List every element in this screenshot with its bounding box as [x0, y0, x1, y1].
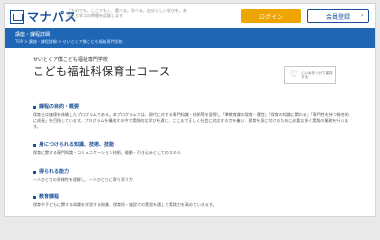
section-heading-text: 身につけられる知識、技術、技能: [39, 142, 115, 148]
bullet-icon: [33, 143, 36, 147]
bullet-icon: [33, 105, 36, 109]
section-body: 保育に関する専門知識・コミュニケーション技術、能動・引き込みとしてのスキル: [33, 150, 181, 155]
section-body: 一人ひとりの多様性を理解し、一人ひとりに寄り添う力: [33, 177, 133, 182]
section-heading: 得られる能力: [33, 169, 349, 175]
heart-icon: ♡: [290, 69, 299, 80]
favorite-label: いいねをつけて保存する: [301, 70, 333, 80]
section-skills: 身につけられる知識、技術、技能 保育に関する専門知識・コミュニケーション技術、能…: [33, 142, 349, 156]
page-band: 講座・課程詳細 TOP > 講座・課程詳細 > せいとくア僕こども福祉専門学校: [5, 28, 375, 48]
section-curriculum: 教育課程 保育や子どもに関する知識を学習する授業、保育所・施設での実習を通して実…: [33, 194, 349, 208]
page: マナパス 「たのでも、ここでも」、選べる。学べる。自分らしい学びを。あなたと学ぶ…: [0, 0, 380, 220]
section-heading-text: 得られる能力: [39, 169, 70, 175]
section-heading: 教育課程: [33, 194, 349, 200]
section-heading-text: 課程の目的・概要: [39, 104, 80, 110]
chevron-right-icon: ›: [361, 12, 364, 19]
bullet-icon: [33, 195, 36, 199]
section-abilities: 得られる能力 一人ひとりの多様性を理解し、一人ひとりに寄り添う力: [33, 169, 349, 183]
section-heading: 課程の目的・概要: [33, 104, 349, 110]
section-body: 保育士は価値を体験したプログラムである。本プログラムでは、現代に対する専門知識・…: [33, 112, 349, 129]
section-heading: 身につけられる知識、技術、技能: [33, 142, 349, 148]
page-title: こども福祉科保育士コース: [33, 65, 171, 78]
favorite-button[interactable]: ♡ いいねをつけて保存する: [284, 66, 336, 84]
bullet-icon: [33, 170, 36, 174]
content-card: マナパス 「たのでも、ここでも」、選べる。学べる。自分らしい学びを。あなたと学ぶ…: [4, 3, 376, 217]
site-tagline: 「たのでも、ここでも」、選べる。学べる。自分らしい学びを。あなたと学ぶの時間を応…: [67, 8, 187, 18]
section-body: 保育や子どもに関する知識を学習する授業、保育所・施設での実習を通して実践力を高め…: [33, 202, 217, 207]
band-title: 講座・課程詳細: [15, 32, 51, 38]
school-name: せいとくア僕こども福祉専門学校: [33, 57, 108, 63]
section-heading-text: 教育課程: [39, 194, 60, 200]
register-button[interactable]: 会員登録: [307, 9, 369, 23]
login-button[interactable]: ログイン: [241, 9, 301, 23]
breadcrumb[interactable]: TOP > 講座・課程詳細 > せいとくア僕こども福祉専門学校: [15, 39, 123, 45]
section-purpose: 課程の目的・概要 保育士は価値を体験したプログラムである。本プログラムでは、現代…: [33, 104, 349, 130]
logo-icon: [10, 9, 24, 24]
site-header: マナパス 「たのでも、ここでも」、選べる。学べる。自分らしい学びを。あなたと学ぶ…: [5, 4, 375, 28]
